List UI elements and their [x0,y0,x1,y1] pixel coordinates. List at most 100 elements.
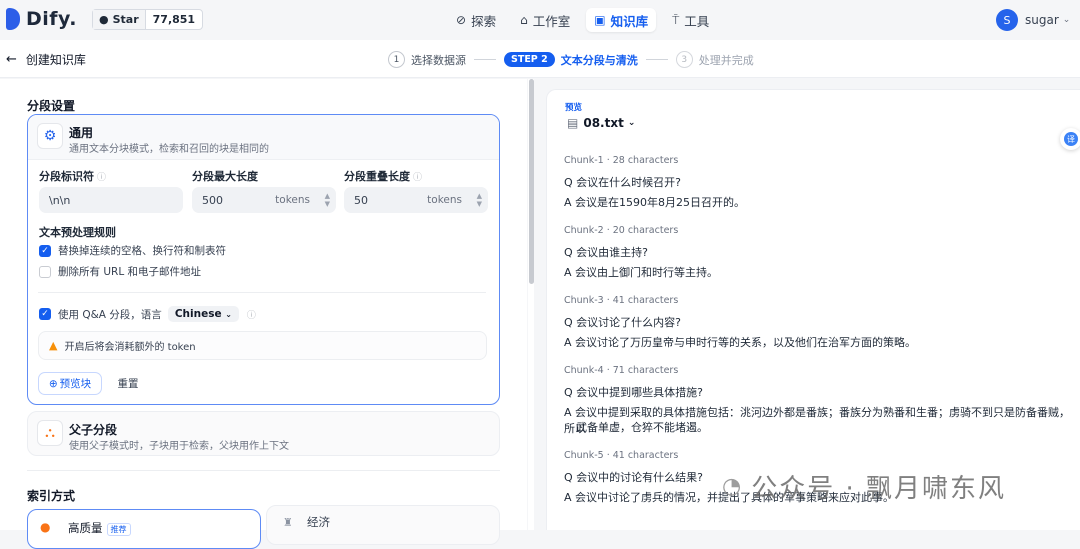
github-icon: ● [99,13,109,26]
info-icon: ⓘ [413,173,423,183]
overlap-stepper-icon[interactable]: ▲ ▼ [477,192,482,208]
nav-explore-label: 探索 [471,13,497,29]
arrow-left-icon[interactable]: ← [6,52,17,67]
overlap-input[interactable]: 50 tokens ▲ ▼ [344,187,488,213]
chunk-question: Q 会议中的讨论有什么结果? [564,471,703,484]
translate-float-button[interactable]: 译 [1060,128,1080,150]
index-economy-label: 经济 [307,515,330,529]
parent-child-icon: ⛬ [37,420,63,446]
preview-file-name: 08.txt [583,116,624,130]
watermark-text: 公众号 · 飘月啸东风 [751,474,1006,504]
watermark: ◔ 公众号 · 飘月啸东风 [722,468,1006,505]
rule-replace-whitespace[interactable]: ✓ 替换掉连续的空格、换行符和制表符 [39,243,226,258]
chunk-meta: Chunk-5 · 41 characters [564,450,679,461]
step-3: 3 处理并完成 [675,51,754,68]
info-icon: ⓘ [97,173,107,183]
info-icon[interactable]: ⓘ [247,308,256,321]
chunk-question: Q 会议在什么时候召开? [564,176,681,189]
overlap-unit: tokens [427,194,462,206]
dify-logo-mark [6,8,20,30]
overlap-label: 分段重叠长度 ⓘ [344,170,423,183]
search-icon: ⊕ [48,377,58,390]
general-mode-card[interactable]: ⚙ 通用 通用文本分块模式，检索和召回的块是相同的 [27,114,500,405]
nav-studio[interactable]: ⌂ 工作室 [512,8,578,32]
token-warning-text: 开启后将会消耗额外的 token [64,342,196,353]
preview-chunks-label: 预览块 [59,378,92,390]
nav-tools-label: 工具 [684,13,710,29]
economy-icon: ♜ [283,516,293,529]
github-star-count[interactable]: 77,851 [146,10,202,29]
chunk-answer: A 会议是在1590年8月25日召开的。 [564,196,746,209]
maxlen-stepper-icon[interactable]: ▲ ▼ [325,192,330,208]
general-title: 通用 [69,126,94,140]
parent-child-desc: 使用父子模式时，子块用于检索，父块用作上下文 [69,441,289,452]
reset-button[interactable]: 重置 [110,372,146,395]
preview-file-selector[interactable]: ▤ 08.txt ⌄ [567,116,635,130]
checkbox-unchecked-icon[interactable] [39,265,51,278]
index-method-title: 索引方式 [27,489,76,503]
user-name[interactable]: sugar [1025,13,1059,27]
scrollbar-thumb[interactable] [529,79,534,284]
avatar[interactable]: S [996,9,1018,31]
chunk-meta: Chunk-2 · 20 characters [564,225,679,236]
step-1-label: 选择数据源 [411,53,466,67]
warning-icon: ▲ [49,339,58,352]
index-high-quality-option[interactable]: ● 高质量 推荐 [27,509,261,549]
github-star-button[interactable]: ● Star 77,851 [92,9,204,30]
wechat-icon: ◔ [722,474,744,499]
segment-settings-title: 分段设置 [27,99,76,113]
divider [27,470,500,471]
preview-label: 预览 [565,103,583,113]
chunk-meta: Chunk-1 · 28 characters [564,155,679,166]
back-label[interactable]: 创建知识库 [26,51,86,68]
step-divider [474,59,496,60]
parent-child-title: 父子分段 [69,423,118,437]
delimiter-label: 分段标识符 ⓘ [39,170,107,183]
nav-knowledge-label: 知识库 [610,13,649,29]
parent-child-mode-card[interactable]: ⛬ 父子分段 使用父子模式时，子块用于检索，父块用作上下文 [27,411,500,456]
file-icon: ▤ [567,116,579,130]
nav-explore[interactable]: ⊘ 探索 [448,8,504,32]
top-navigation-bar: Dify. ● Star 77,851 ⊘ 探索 ⌂ 工作室 ▣ 知识库 ⍑ 工具 S … [0,0,1080,40]
tool-icon: ⍑ [672,12,680,27]
user-menu[interactable]: S sugar ⌄ [996,9,1070,31]
chevron-down-icon: ⌄ [225,310,232,319]
delimiter-value: \n\n [49,193,71,207]
language-select[interactable]: Chinese ⌄ [167,306,239,322]
token-warning: ▲ 开启后将会消耗额外的 token [38,331,487,360]
chunk-answer: A 会议由上御门和时行等主持。 [564,266,719,279]
nav-knowledge[interactable]: ▣ 知识库 [586,8,657,32]
main-nav: ⊘ 探索 ⌂ 工作室 ▣ 知识库 ⍑ 工具 [448,8,717,32]
delimiter-input[interactable]: \n\n [39,187,183,213]
back-button[interactable]: ← 创建知识库 [6,51,86,68]
checkbox-checked-icon[interactable]: ✓ [39,308,51,320]
brand-name: Dify. [26,8,77,30]
maxlen-label: 分段最大长度 [192,170,258,183]
general-desc: 通用文本分块模式，检索和召回的块是相同的 [69,144,269,155]
rule-remove-urls[interactable]: 删除所有 URL 和电子邮件地址 [39,264,201,279]
chevron-down-icon[interactable]: ⌄ [1063,15,1071,25]
preprocess-rules-title: 文本预处理规则 [39,226,116,239]
dify-logo[interactable]: Dify. [6,8,77,30]
step-3-label: 处理并完成 [698,53,754,67]
checkbox-checked-icon[interactable]: ✓ [39,244,51,257]
nav-tools[interactable]: ⍑ 工具 [664,8,717,32]
index-economy-option[interactable]: ♜ 经济 [266,505,500,545]
step-3-number: 3 [675,51,693,68]
maxlen-input[interactable]: 500 tokens ▲ ▼ [192,187,336,213]
qa-segment-option[interactable]: ✓ 使用 Q&A 分段，语言 Chinese ⌄ ⓘ [39,306,256,322]
chunk-question: Q 会议中提到哪些具体措施? [564,386,703,399]
rule-replace-whitespace-label: 替换掉连续的空格、换行符和制表符 [58,245,226,257]
github-star-label: Star [112,13,139,26]
step-header: ← 创建知识库 1 选择数据源 STEP 2 文本分段与清洗 3 处理并完成 [0,40,1080,78]
github-star-label-area[interactable]: ● Star [93,10,146,29]
qa-label: 使用 Q&A 分段，语言 [58,308,162,321]
chunk-question: Q 会议讨论了什么内容? [564,316,681,329]
maxlen-value: 500 [202,193,223,207]
gear-icon: ⚙ [37,123,63,149]
index-high-quality-label: 高质量 推荐 [68,520,131,536]
general-card-header[interactable]: ⚙ 通用 通用文本分块模式，检索和召回的块是相同的 [28,115,499,160]
settings-scrollbar[interactable] [528,79,534,530]
rule-remove-urls-label: 删除所有 URL 和电子邮件地址 [58,266,202,278]
preview-chunks-button[interactable]: ⊕ 预览块 [38,372,102,395]
